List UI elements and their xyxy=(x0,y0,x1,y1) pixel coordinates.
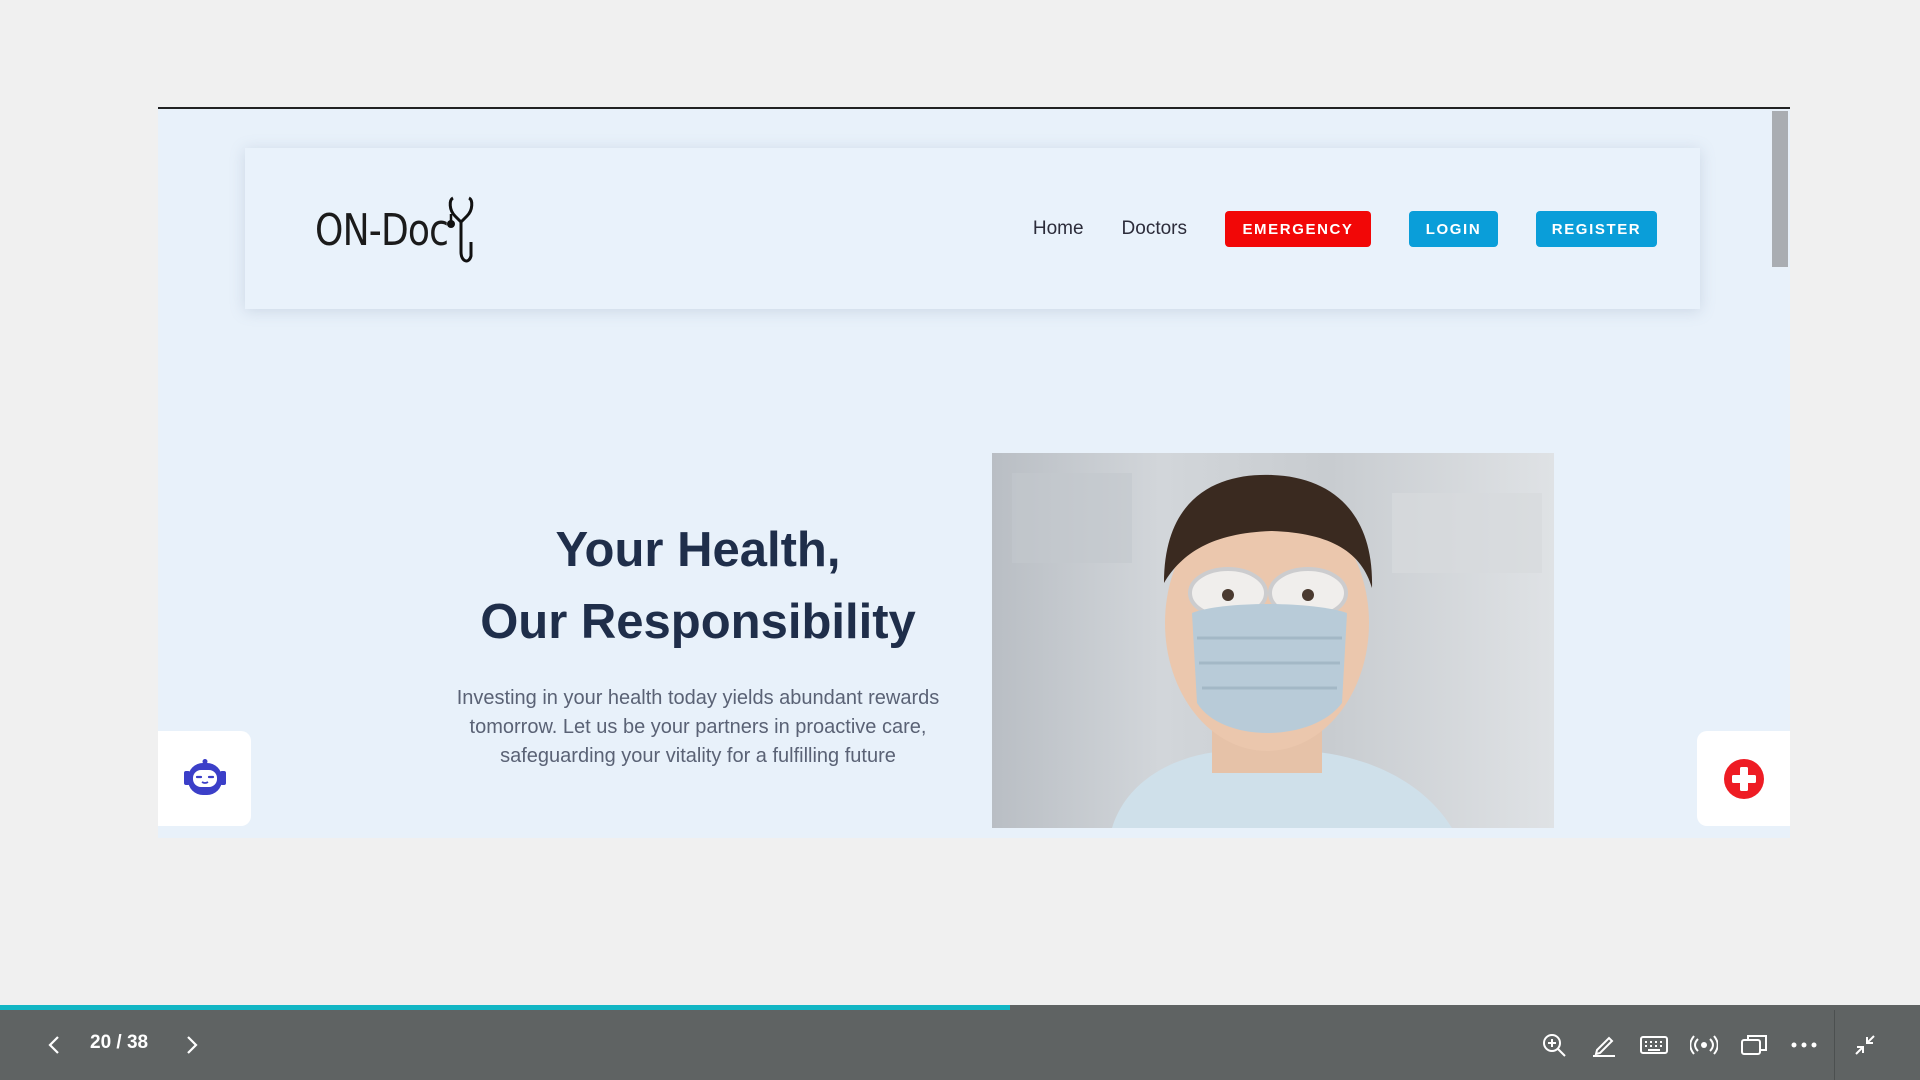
keyboard-icon xyxy=(1640,1036,1668,1054)
more-options-button[interactable] xyxy=(1786,1027,1822,1063)
robot-icon xyxy=(183,758,226,795)
window-button[interactable] xyxy=(1736,1027,1772,1063)
hero-description-line-1: Investing in your health today yields ab… xyxy=(456,687,940,709)
presentation-toolbar: 20 / 38 xyxy=(0,1010,1920,1080)
presentation-slide: ON-Doc Home Doctors EMERGENCY LOGIN REGI… xyxy=(158,107,1790,838)
broadcast-icon xyxy=(1690,1035,1718,1055)
medical-cross-icon xyxy=(1723,758,1764,799)
nav-home[interactable]: Home xyxy=(1033,218,1084,240)
keyboard-button[interactable] xyxy=(1636,1027,1672,1063)
nav-doctors[interactable]: Doctors xyxy=(1122,218,1187,240)
more-icon xyxy=(1791,1042,1817,1048)
doctor-illustration xyxy=(1012,473,1542,828)
register-button[interactable]: REGISTER xyxy=(1536,211,1657,247)
chatbot-button[interactable] xyxy=(158,731,251,826)
toolbar-divider xyxy=(1834,1010,1835,1080)
zoom-button[interactable] xyxy=(1536,1027,1572,1063)
chevron-left-icon xyxy=(48,1036,59,1054)
window-icon xyxy=(1741,1035,1767,1055)
first-aid-button[interactable] xyxy=(1697,731,1790,826)
hero-title: Your Health, Our Responsibility xyxy=(408,514,988,658)
hero-description-line-3: safeguarding your vitality for a fulfill… xyxy=(500,745,896,767)
page-indicator: 20 / 38 xyxy=(90,1032,149,1053)
hero-title-line-1: Your Health, xyxy=(555,523,841,577)
emergency-button[interactable]: EMERGENCY xyxy=(1225,211,1371,247)
zoom-in-icon xyxy=(1543,1034,1566,1057)
chevron-right-icon xyxy=(187,1036,198,1054)
exit-fullscreen-button[interactable] xyxy=(1847,1027,1883,1063)
hero-image-doctor xyxy=(992,453,1554,828)
login-button[interactable]: LOGIN xyxy=(1409,211,1498,247)
hero-description-line-2: tomorrow. Let us be your partners in pro… xyxy=(469,716,927,738)
previous-slide-button[interactable] xyxy=(36,1027,72,1063)
main-nav: Home Doctors EMERGENCY LOGIN REGISTER xyxy=(1033,211,1657,247)
next-slide-button[interactable] xyxy=(174,1027,210,1063)
annotate-button[interactable] xyxy=(1586,1027,1622,1063)
site-logo[interactable]: ON-Doc xyxy=(315,192,481,268)
pen-icon xyxy=(1593,1036,1615,1057)
logo-text: ON-Doc xyxy=(315,204,449,256)
broadcast-button[interactable] xyxy=(1686,1027,1722,1063)
hero-title-line-2: Our Responsibility xyxy=(480,595,916,649)
site-header: ON-Doc Home Doctors EMERGENCY LOGIN REGI… xyxy=(245,148,1700,309)
stethoscope-icon xyxy=(447,196,474,263)
slide-scrollbar[interactable] xyxy=(1772,111,1788,267)
hero-description: Investing in your health today yields ab… xyxy=(388,684,1008,771)
exit-fullscreen-icon xyxy=(1855,1035,1875,1055)
